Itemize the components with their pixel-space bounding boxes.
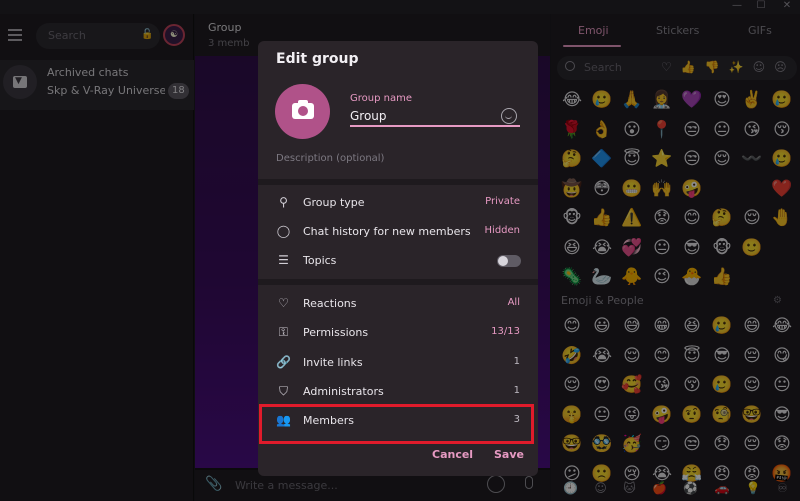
topics-row[interactable]: ☰ Topics	[258, 246, 538, 275]
section-divider	[258, 279, 538, 285]
list-icon: ☰	[278, 253, 289, 267]
dialog-title: Edit group	[276, 51, 359, 67]
reactions-row[interactable]: ♡ Reactions All	[258, 289, 538, 318]
row-label: Group type	[303, 196, 365, 209]
row-label: Permissions	[303, 326, 369, 339]
settings-sliders-icon: ⚲	[279, 195, 288, 209]
row-value: All	[507, 297, 520, 308]
topics-toggle[interactable]	[497, 255, 521, 267]
row-label: Administrators	[303, 385, 384, 398]
row-label: Chat history for new members	[303, 225, 471, 238]
section-divider	[258, 179, 538, 185]
invite-links-row[interactable]: 🔗 Invite links 1	[258, 348, 538, 377]
link-icon: 🔗	[276, 355, 291, 369]
row-label: Reactions	[303, 297, 357, 310]
description-input[interactable]: Description (optional)	[276, 153, 384, 164]
heart-icon: ♡	[278, 296, 289, 310]
cancel-button[interactable]: Cancel	[432, 448, 473, 461]
row-value: 1	[513, 356, 520, 367]
permissions-row[interactable]: ⚿ Permissions 13/13	[258, 318, 538, 347]
group-type-row[interactable]: ⚲ Group type Private	[258, 188, 538, 217]
group-name-input[interactable]	[350, 107, 520, 127]
row-value: Hidden	[484, 225, 520, 236]
row-value: 1	[513, 385, 520, 396]
administrators-row[interactable]: ⛉ Administrators 1	[258, 377, 538, 406]
group-photo-button[interactable]	[275, 84, 330, 139]
row-label: Topics	[303, 254, 337, 267]
row-value: 13/13	[491, 326, 520, 337]
chat-bubble-icon: ◯	[276, 224, 291, 238]
chat-history-row[interactable]: ◯ Chat history for new members Hidden	[258, 217, 538, 246]
emoji-picker-icon[interactable]	[501, 108, 517, 124]
camera-icon	[292, 100, 314, 119]
row-label: Invite links	[303, 356, 363, 369]
save-button[interactable]: Save	[494, 448, 524, 461]
row-value: Private	[485, 196, 520, 207]
members-highlight-box	[259, 404, 534, 444]
key-icon: ⚿	[278, 325, 289, 339]
shield-star-icon: ⛉	[278, 384, 288, 398]
group-name-label: Group name	[350, 93, 412, 104]
